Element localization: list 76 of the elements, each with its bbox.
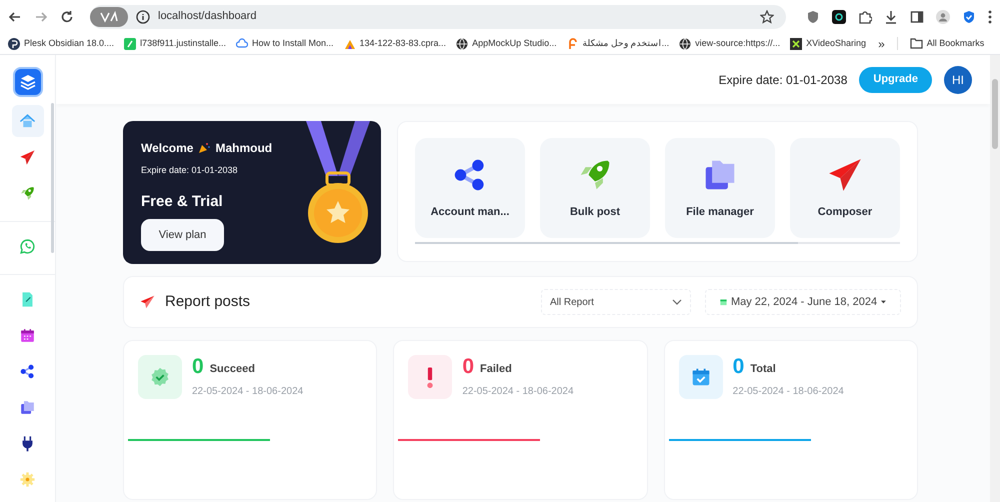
bookmark-icon [236, 38, 248, 50]
bookmark-icon [8, 38, 20, 50]
calendar-icon [720, 297, 727, 307]
badge-check-icon [149, 366, 171, 388]
party-popper-icon [198, 142, 210, 154]
info-icon[interactable] [136, 10, 150, 24]
welcome-text: Welcome [141, 140, 194, 157]
back-icon[interactable] [8, 10, 22, 24]
folder-icon [19, 398, 36, 416]
bookmark-icon [679, 38, 692, 50]
report-filter-dropdown[interactable]: All Report [541, 289, 691, 315]
url-text: localhost/dashboard [158, 9, 258, 24]
folder-icon [910, 38, 923, 49]
send-icon [19, 148, 36, 166]
profile-icon[interactable] [936, 10, 950, 24]
date-range-text: 22-05-2024 - 18-06-2024 [462, 385, 574, 399]
app-shortcut[interactable]: File manager [665, 138, 775, 238]
address-bar[interactable]: localhost/dashboard [90, 4, 786, 28]
stat-label: Total [750, 362, 776, 376]
stat-value: 0 [732, 355, 744, 379]
puzzle-icon[interactable] [858, 10, 872, 24]
stat-label: Failed [480, 362, 512, 376]
chevron-down-icon [672, 299, 682, 305]
share-icon [19, 362, 36, 380]
bookmark-link[interactable]: AppMockUp Studio... [472, 36, 557, 50]
bookmark-icon [456, 38, 468, 50]
date-range-text: 22-05-2024 - 18-06-2024 [732, 385, 844, 399]
shield-check-icon[interactable] [962, 10, 976, 24]
view-plan-button[interactable]: View plan [141, 219, 224, 251]
stat-value: 0 [192, 355, 204, 379]
app-shortcut[interactable]: Composer [790, 138, 900, 238]
whatsapp-icon [19, 238, 36, 254]
more-bookmarks-button[interactable]: » [878, 34, 885, 52]
vpn-icon[interactable] [90, 6, 128, 26]
bookmark-icon [566, 38, 579, 50]
side-panel-icon[interactable] [910, 10, 924, 24]
stat-value: 0 [462, 355, 474, 379]
gear-icon [19, 470, 36, 488]
all-bookmarks-link[interactable]: All Bookmarks [926, 36, 984, 50]
bookmark-link[interactable]: l738f911.justinstalle... [140, 36, 226, 50]
bookmark-link[interactable]: How to Install Mon... [252, 36, 334, 50]
app-shortcut[interactable]: Bulk post [540, 138, 650, 238]
stat-label: Succeed [210, 362, 255, 376]
reload-icon[interactable] [60, 10, 74, 24]
date-range-picker[interactable]: May 22, 2024 - June 18, 2024 [705, 289, 901, 315]
download-icon[interactable] [884, 10, 898, 24]
user-avatar[interactable]: HI [944, 66, 972, 94]
bookmark-icon [124, 38, 136, 50]
menu-icon[interactable] [988, 10, 992, 24]
extension-icon[interactable] [832, 10, 846, 24]
date-range-text: 22-05-2024 - 18-06-2024 [192, 385, 304, 399]
expire-date-text: Expire date: 01-01-2038 [141, 164, 239, 177]
user-name: Mahmoud [215, 140, 272, 157]
bookmark-icon [790, 38, 802, 50]
exclamation-icon [426, 366, 434, 388]
apps-scrollbar[interactable] [415, 242, 900, 244]
shield-icon[interactable] [806, 10, 820, 24]
report-title: Report posts [165, 292, 252, 312]
page-scrollbar[interactable] [990, 55, 1000, 502]
bookmark-link[interactable]: Plesk Obsidian 18.0.... [24, 36, 114, 50]
bookmark-link[interactable]: استخدم وحل مشكلة... [582, 36, 670, 50]
bookmark-link[interactable]: XVideoSharing [806, 36, 866, 50]
app-logo[interactable] [12, 67, 42, 97]
send-icon [140, 295, 155, 309]
plan-name: Free & Trial [141, 192, 224, 212]
caret-icon [881, 300, 886, 304]
calendar-icon [19, 326, 36, 344]
expire-date-text: Expire date: 01-01-2038 [718, 72, 848, 88]
rocket-icon [19, 184, 36, 202]
layers-icon [18, 73, 36, 91]
app-shortcut[interactable]: Account man... [415, 138, 525, 238]
star-icon[interactable] [760, 10, 774, 24]
bookmark-link[interactable]: view-source:https://... [695, 36, 780, 50]
bookmark-icon [344, 38, 356, 50]
bookmark-link[interactable]: 134-122-83-83.cpra... [360, 36, 446, 50]
home-icon [19, 112, 36, 130]
